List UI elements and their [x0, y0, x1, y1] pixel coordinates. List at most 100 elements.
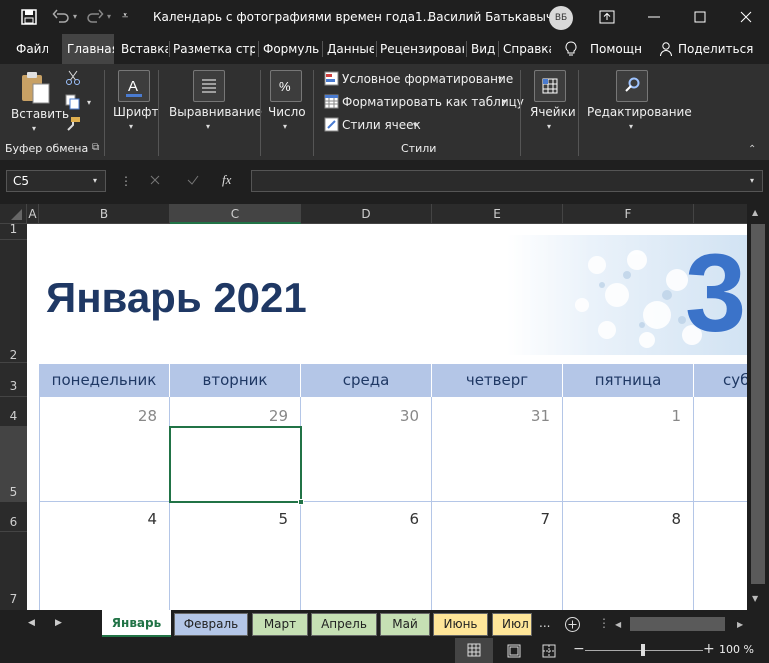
sheet-tab-april[interactable]: Апрель: [311, 613, 377, 636]
clipboard-dialog-launcher-icon[interactable]: ⧉: [92, 142, 99, 153]
row-header-6[interactable]: 6: [0, 502, 27, 532]
maximize-icon[interactable]: [690, 7, 710, 27]
redo-icon[interactable]: [86, 8, 104, 26]
column-header-d[interactable]: D: [301, 204, 432, 224]
format-as-table-label[interactable]: Форматировать как таблицу: [342, 95, 524, 109]
ribbon-display-options-icon[interactable]: [597, 7, 617, 27]
conditional-formatting-dropdown-icon[interactable]: ▾: [498, 74, 502, 83]
zoom-slider-thumb[interactable]: [641, 644, 645, 656]
save-icon[interactable]: [20, 8, 38, 26]
paste-label[interactable]: Вставить: [11, 107, 69, 121]
sheet-tab-march[interactable]: Март: [252, 613, 308, 636]
day-header-monday[interactable]: понедельник: [39, 364, 170, 397]
undo-dropdown-icon[interactable]: ▾: [73, 12, 77, 21]
day-header-friday[interactable]: пятница: [563, 364, 694, 397]
name-box-dropdown-icon[interactable]: ▾: [93, 176, 97, 185]
active-cell-selection[interactable]: [169, 426, 302, 503]
vertical-scroll-thumb[interactable]: [751, 224, 765, 584]
cut-icon[interactable]: [65, 70, 81, 86]
enter-icon[interactable]: [186, 173, 200, 187]
row-header-7[interactable]: 7: [0, 532, 27, 610]
day-cell[interactable]: 8: [563, 502, 694, 610]
undo-icon[interactable]: [52, 8, 70, 26]
tab-help[interactable]: Справка: [503, 34, 551, 64]
sheet-tab-january[interactable]: Январь: [102, 610, 171, 637]
tab-review[interactable]: Рецензировани: [380, 34, 464, 64]
column-header-b[interactable]: B: [39, 204, 170, 224]
scroll-up-icon[interactable]: ▲: [752, 208, 758, 217]
sheet-tab-february[interactable]: Февраль: [174, 613, 248, 636]
editing-search-icon[interactable]: [616, 70, 648, 102]
row-header-1[interactable]: 1: [0, 223, 27, 240]
formula-input[interactable]: [251, 170, 763, 192]
share-button[interactable]: Поделиться: [678, 34, 758, 64]
column-header-c[interactable]: C: [170, 204, 301, 224]
tab-formulas[interactable]: Формулы: [263, 34, 319, 64]
font-button-label[interactable]: Шрифт: [113, 105, 159, 119]
sheet-tab-may[interactable]: Май: [380, 613, 430, 636]
column-header-a[interactable]: A: [27, 204, 39, 224]
worksheet[interactable]: Январь 2021 3 понедельник вторник среда …: [27, 224, 747, 610]
calendar-title[interactable]: Январь 2021: [46, 274, 307, 322]
day-header-saturday[interactable]: суб: [694, 364, 747, 397]
row-header-2[interactable]: 2: [0, 240, 27, 363]
number-format-icon[interactable]: %: [270, 70, 302, 102]
share-person-icon[interactable]: [659, 41, 675, 57]
column-header-f[interactable]: F: [563, 204, 694, 224]
day-cell[interactable]: 5: [170, 502, 301, 610]
insert-function-icon[interactable]: fx: [222, 172, 231, 188]
scroll-tabs-left-icon[interactable]: ◀: [28, 618, 35, 628]
tab-file[interactable]: Файл: [16, 34, 48, 64]
tab-page-layout[interactable]: Разметка стра: [173, 34, 255, 64]
zoom-in-icon[interactable]: +: [703, 641, 715, 657]
editing-dropdown-icon[interactable]: ▾: [629, 122, 633, 131]
alignment-dropdown-icon[interactable]: ▾: [206, 122, 210, 131]
number-button-label[interactable]: Число: [268, 105, 306, 119]
sheet-tab-july[interactable]: Июл: [492, 613, 532, 636]
redo-dropdown-icon[interactable]: ▾: [107, 12, 111, 21]
more-sheets-button[interactable]: ...: [539, 616, 550, 630]
day-cell[interactable]: [694, 502, 747, 610]
day-cell[interactable]: 7: [432, 502, 563, 610]
page-layout-view-icon[interactable]: [507, 644, 521, 658]
day-cell[interactable]: 28: [39, 397, 170, 502]
day-cell[interactable]: [694, 397, 747, 502]
cell-styles-icon[interactable]: [324, 117, 339, 132]
more-options-icon[interactable]: ⋮: [120, 174, 132, 188]
cells-button-label[interactable]: Ячейки: [530, 105, 576, 119]
expand-formula-bar-icon[interactable]: ▾: [750, 176, 754, 185]
cells-icon[interactable]: [534, 70, 566, 102]
hscroll-right-icon[interactable]: ▶: [737, 620, 743, 629]
editing-button-label[interactable]: Редактирование: [587, 105, 692, 119]
tab-home[interactable]: Главная: [62, 34, 114, 64]
collapse-ribbon-icon[interactable]: ⌃: [748, 144, 756, 155]
font-icon[interactable]: A: [118, 70, 150, 102]
hscroll-left-icon[interactable]: ◀: [615, 620, 621, 629]
format-as-table-icon[interactable]: [324, 94, 339, 109]
column-header-e[interactable]: E: [432, 204, 563, 224]
tab-insert[interactable]: Вставка: [121, 34, 168, 64]
lightbulb-icon[interactable]: [563, 41, 579, 57]
cell-styles-label[interactable]: Стили ячеек: [342, 118, 421, 132]
day-cell[interactable]: 6: [301, 502, 432, 610]
copy-icon[interactable]: [65, 94, 81, 110]
normal-view-button[interactable]: [455, 638, 493, 663]
vertical-scrollbar[interactable]: ▲ ▼: [747, 204, 769, 610]
copy-dropdown-icon[interactable]: ▾: [87, 98, 91, 107]
sheet-tab-june[interactable]: Июнь: [433, 613, 488, 636]
day-cell[interactable]: 4: [39, 502, 170, 610]
add-sheet-icon[interactable]: [564, 616, 581, 633]
format-painter-icon[interactable]: [65, 116, 81, 132]
day-header-thursday[interactable]: четверг: [432, 364, 563, 397]
paste-icon[interactable]: [20, 70, 52, 104]
day-cell[interactable]: 31: [432, 397, 563, 502]
close-icon[interactable]: [736, 7, 756, 27]
customize-toolbar-icon[interactable]: ⩡: [122, 9, 128, 23]
cells-dropdown-icon[interactable]: ▾: [547, 122, 551, 131]
alignment-button-label[interactable]: Выравнивание: [169, 105, 262, 119]
format-as-table-dropdown-icon[interactable]: ▾: [502, 97, 506, 106]
cell-styles-dropdown-icon[interactable]: ▾: [413, 120, 417, 129]
conditional-formatting-icon[interactable]: [324, 71, 339, 86]
alignment-icon[interactable]: [193, 70, 225, 102]
avatar[interactable]: ВБ: [549, 6, 573, 30]
